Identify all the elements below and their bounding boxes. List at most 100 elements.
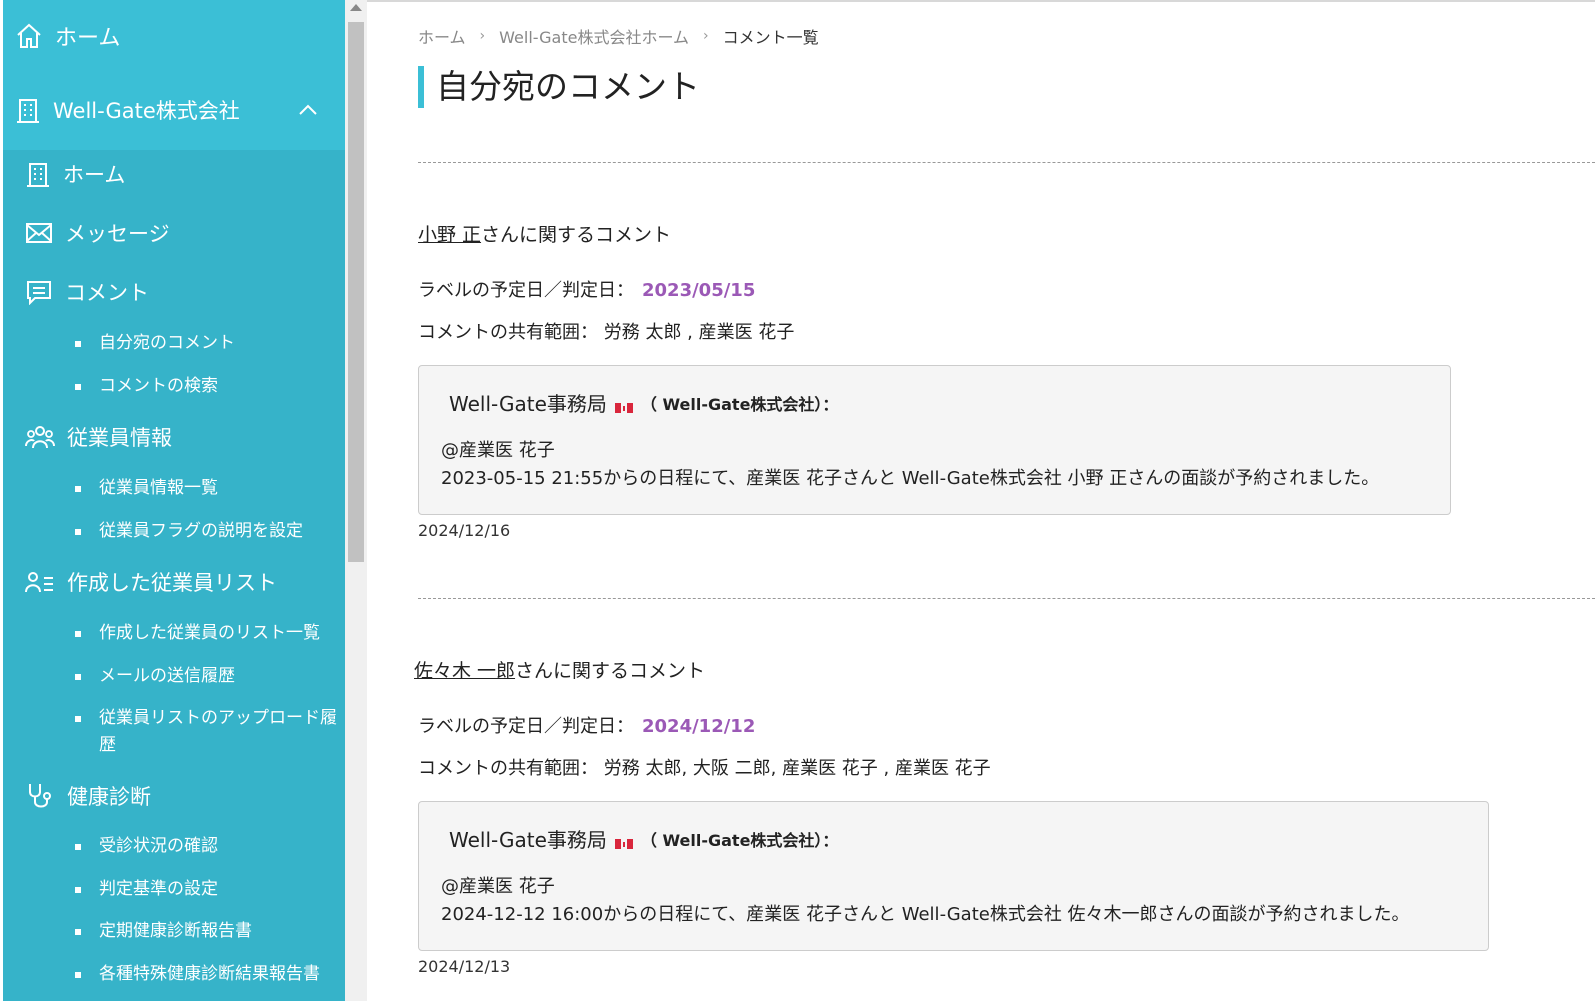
bullet-icon bbox=[75, 631, 81, 637]
comment-author-name: Well-Gate事務局 bbox=[449, 392, 607, 416]
comment-subject-suffix: さんに関するコメント bbox=[515, 660, 706, 682]
comment-author-org: （ Well-Gate株式会社）： bbox=[640, 830, 839, 850]
page-title: 自分宛のコメント bbox=[418, 66, 700, 108]
sidebar-sub-my-comments[interactable]: 自分宛のコメント bbox=[75, 330, 345, 357]
sidebar-sub-periodic-report[interactable]: 定期健康診断報告書 bbox=[75, 918, 345, 945]
comment-person-link[interactable]: 佐々木 一郎 bbox=[414, 660, 515, 682]
bullet-icon bbox=[75, 529, 81, 535]
breadcrumb: ホーム › Well-Gate株式会社ホーム › コメント一覧 bbox=[418, 24, 819, 48]
sidebar-item-label: コメント bbox=[65, 281, 149, 305]
main-content: ホーム › Well-Gate株式会社ホーム › コメント一覧 自分宛のコメント… bbox=[367, 0, 1595, 1001]
comment-mention: @産業医 花子 bbox=[441, 440, 555, 461]
building-icon bbox=[17, 99, 39, 123]
sidebar-sub-label: 自分宛のコメント bbox=[99, 333, 235, 353]
sidebar-sub-label: 定期健康診断報告書 bbox=[99, 921, 252, 941]
chevron-up-icon[interactable] bbox=[296, 98, 320, 122]
sidebar-sub-mail-history[interactable]: メールの送信履歴 bbox=[75, 663, 345, 690]
sidebar-sub-label: 受診状況の確認 bbox=[99, 836, 218, 856]
comment-author: Well-Gate事務局 （ Well-Gate株式会社）： bbox=[449, 824, 838, 853]
sidebar-sub-criteria[interactable]: 判定基準の設定 bbox=[75, 876, 345, 903]
sidebar-header: ホーム Well-Gate株式会社 bbox=[3, 0, 348, 150]
comment-mention: @産業医 花子 bbox=[441, 876, 555, 897]
sidebar-item-list[interactable]: 作成した従業員リスト bbox=[25, 564, 277, 600]
scrollbar-thumb[interactable] bbox=[348, 22, 364, 562]
sidebar-top-home-label: ホーム bbox=[55, 26, 121, 51]
comment-author: Well-Gate事務局 （ Well-Gate株式会社）： bbox=[449, 388, 838, 417]
building-icon bbox=[27, 163, 49, 187]
bullet-icon bbox=[75, 341, 81, 347]
bullet-icon bbox=[75, 486, 81, 492]
sidebar-sub-list-overview[interactable]: 作成した従業員のリスト一覧 bbox=[75, 620, 345, 647]
comment-posted-date: 2024/12/13 bbox=[418, 957, 511, 976]
sidebar-item-label: ホーム bbox=[63, 163, 126, 187]
sidebar-sub-employee-flag[interactable]: 従業員フラグの説明を設定 bbox=[75, 518, 345, 545]
sidebar-sub-label: 従業員情報一覧 bbox=[99, 478, 218, 498]
bullet-icon bbox=[75, 972, 81, 978]
share-value: 労務 太郎, 大阪 二郎, 産業医 花子 , 産業医 花子 bbox=[603, 758, 991, 779]
comment-message: 2024-12-12 16:00からの日程にて、産業医 花子さんと Well-G… bbox=[441, 904, 1410, 925]
sidebar-sub-label: 各種特殊健康診断結果報告書 bbox=[99, 964, 320, 984]
sidebar-sub-label: メールの送信履歴 bbox=[99, 666, 235, 686]
comment-person-link[interactable]: 小野 正 bbox=[418, 224, 481, 246]
sidebar-top-home[interactable]: ホーム bbox=[15, 18, 120, 54]
sidebar-sub-label: 作成した従業員のリスト一覧 bbox=[99, 623, 320, 643]
share-value: 労務 太郎 , 産業医 花子 bbox=[603, 322, 795, 343]
flag-icon bbox=[614, 396, 633, 413]
chevron-right-icon: › bbox=[702, 28, 709, 44]
flag-icon bbox=[614, 832, 633, 849]
sidebar-scrollbar[interactable] bbox=[345, 0, 367, 1001]
person-list-icon bbox=[25, 572, 53, 593]
label-date-caption: ラベルの予定日／判定日： bbox=[418, 716, 634, 737]
sidebar-sub-label: 従業員フラグの説明を設定 bbox=[99, 521, 303, 541]
stethoscope-icon bbox=[29, 784, 51, 808]
comment-box: Well-Gate事務局 （ Well-Gate株式会社）： @産業医 花子 2… bbox=[418, 801, 1489, 951]
home-icon bbox=[17, 23, 41, 48]
bullet-icon bbox=[75, 384, 81, 390]
comment-subject: 小野 正さんに関するコメント bbox=[418, 220, 671, 247]
breadcrumb-home[interactable]: ホーム bbox=[418, 24, 466, 48]
breadcrumb-current: コメント一覧 bbox=[722, 28, 819, 47]
bullet-icon bbox=[75, 844, 81, 850]
sidebar-sub-special-report[interactable]: 各種特殊健康診断結果報告書 bbox=[75, 961, 345, 988]
bullet-icon bbox=[75, 716, 81, 722]
bullet-icon bbox=[75, 929, 81, 935]
breadcrumb-company-home[interactable]: Well-Gate株式会社ホーム bbox=[499, 24, 689, 48]
sidebar-item-label: 健康診断 bbox=[67, 785, 151, 809]
label-date-caption: ラベルの予定日／判定日： bbox=[418, 280, 634, 301]
chevron-right-icon: › bbox=[479, 28, 486, 44]
share-caption: コメントの共有範囲： bbox=[418, 322, 598, 343]
sidebar-item-label: メッセージ bbox=[65, 222, 170, 246]
share-caption: コメントの共有範囲： bbox=[418, 758, 598, 779]
comment-author-org: （ Well-Gate株式会社）： bbox=[640, 394, 839, 414]
sidebar-sub-label: 従業員リストのアップロード履歴 bbox=[99, 708, 337, 755]
comment-share-scope: コメントの共有範囲： 労務 太郎, 大阪 二郎, 産業医 花子 , 産業医 花子 bbox=[418, 754, 991, 780]
sidebar-sub-comment-search[interactable]: コメントの検索 bbox=[75, 373, 345, 400]
bullet-icon bbox=[75, 674, 81, 680]
sidebar: ホーム Well-Gate株式会社 ホーム メッセージ コメント 自分宛のコメン… bbox=[0, 0, 348, 1001]
comment-message: 2023-05-15 21:55からの日程にて、産業医 花子さんと Well-G… bbox=[441, 468, 1380, 489]
sidebar-item-message[interactable]: メッセージ bbox=[25, 215, 170, 251]
comment-subject: 佐々木 一郎さんに関するコメント bbox=[414, 656, 705, 683]
sidebar-sub-exam-status[interactable]: 受診状況の確認 bbox=[75, 833, 345, 860]
sidebar-sub-label: コメントの検索 bbox=[99, 376, 218, 396]
scroll-up-arrow-icon[interactable] bbox=[350, 4, 362, 11]
sidebar-company-label: Well-Gate株式会社 bbox=[53, 99, 240, 123]
sidebar-item-home[interactable]: ホーム bbox=[25, 156, 125, 192]
sidebar-item-employee[interactable]: 従業員情報 bbox=[25, 419, 172, 455]
comment-box: Well-Gate事務局 （ Well-Gate株式会社）： @産業医 花子 2… bbox=[418, 365, 1451, 515]
sidebar-company[interactable]: Well-Gate株式会社 bbox=[15, 90, 340, 130]
comment-subject-suffix: さんに関するコメント bbox=[481, 224, 672, 246]
comment-icon bbox=[27, 281, 51, 305]
sidebar-sub-upload-history[interactable]: 従業員リストのアップロード履歴 bbox=[75, 705, 345, 759]
sidebar-item-health[interactable]: 健康診断 bbox=[25, 778, 151, 814]
sidebar-item-label: 従業員情報 bbox=[67, 426, 172, 450]
divider bbox=[418, 598, 1595, 599]
top-border bbox=[367, 0, 1595, 2]
label-date-value: 2023/05/15 bbox=[642, 280, 756, 301]
bullet-icon bbox=[75, 887, 81, 893]
sidebar-item-comment[interactable]: コメント bbox=[25, 274, 149, 310]
sidebar-item-label: 作成した従業員リスト bbox=[67, 571, 277, 595]
sidebar-sub-employee-list[interactable]: 従業員情報一覧 bbox=[75, 475, 345, 502]
divider bbox=[418, 162, 1595, 163]
comment-posted-date: 2024/12/16 bbox=[418, 521, 511, 540]
